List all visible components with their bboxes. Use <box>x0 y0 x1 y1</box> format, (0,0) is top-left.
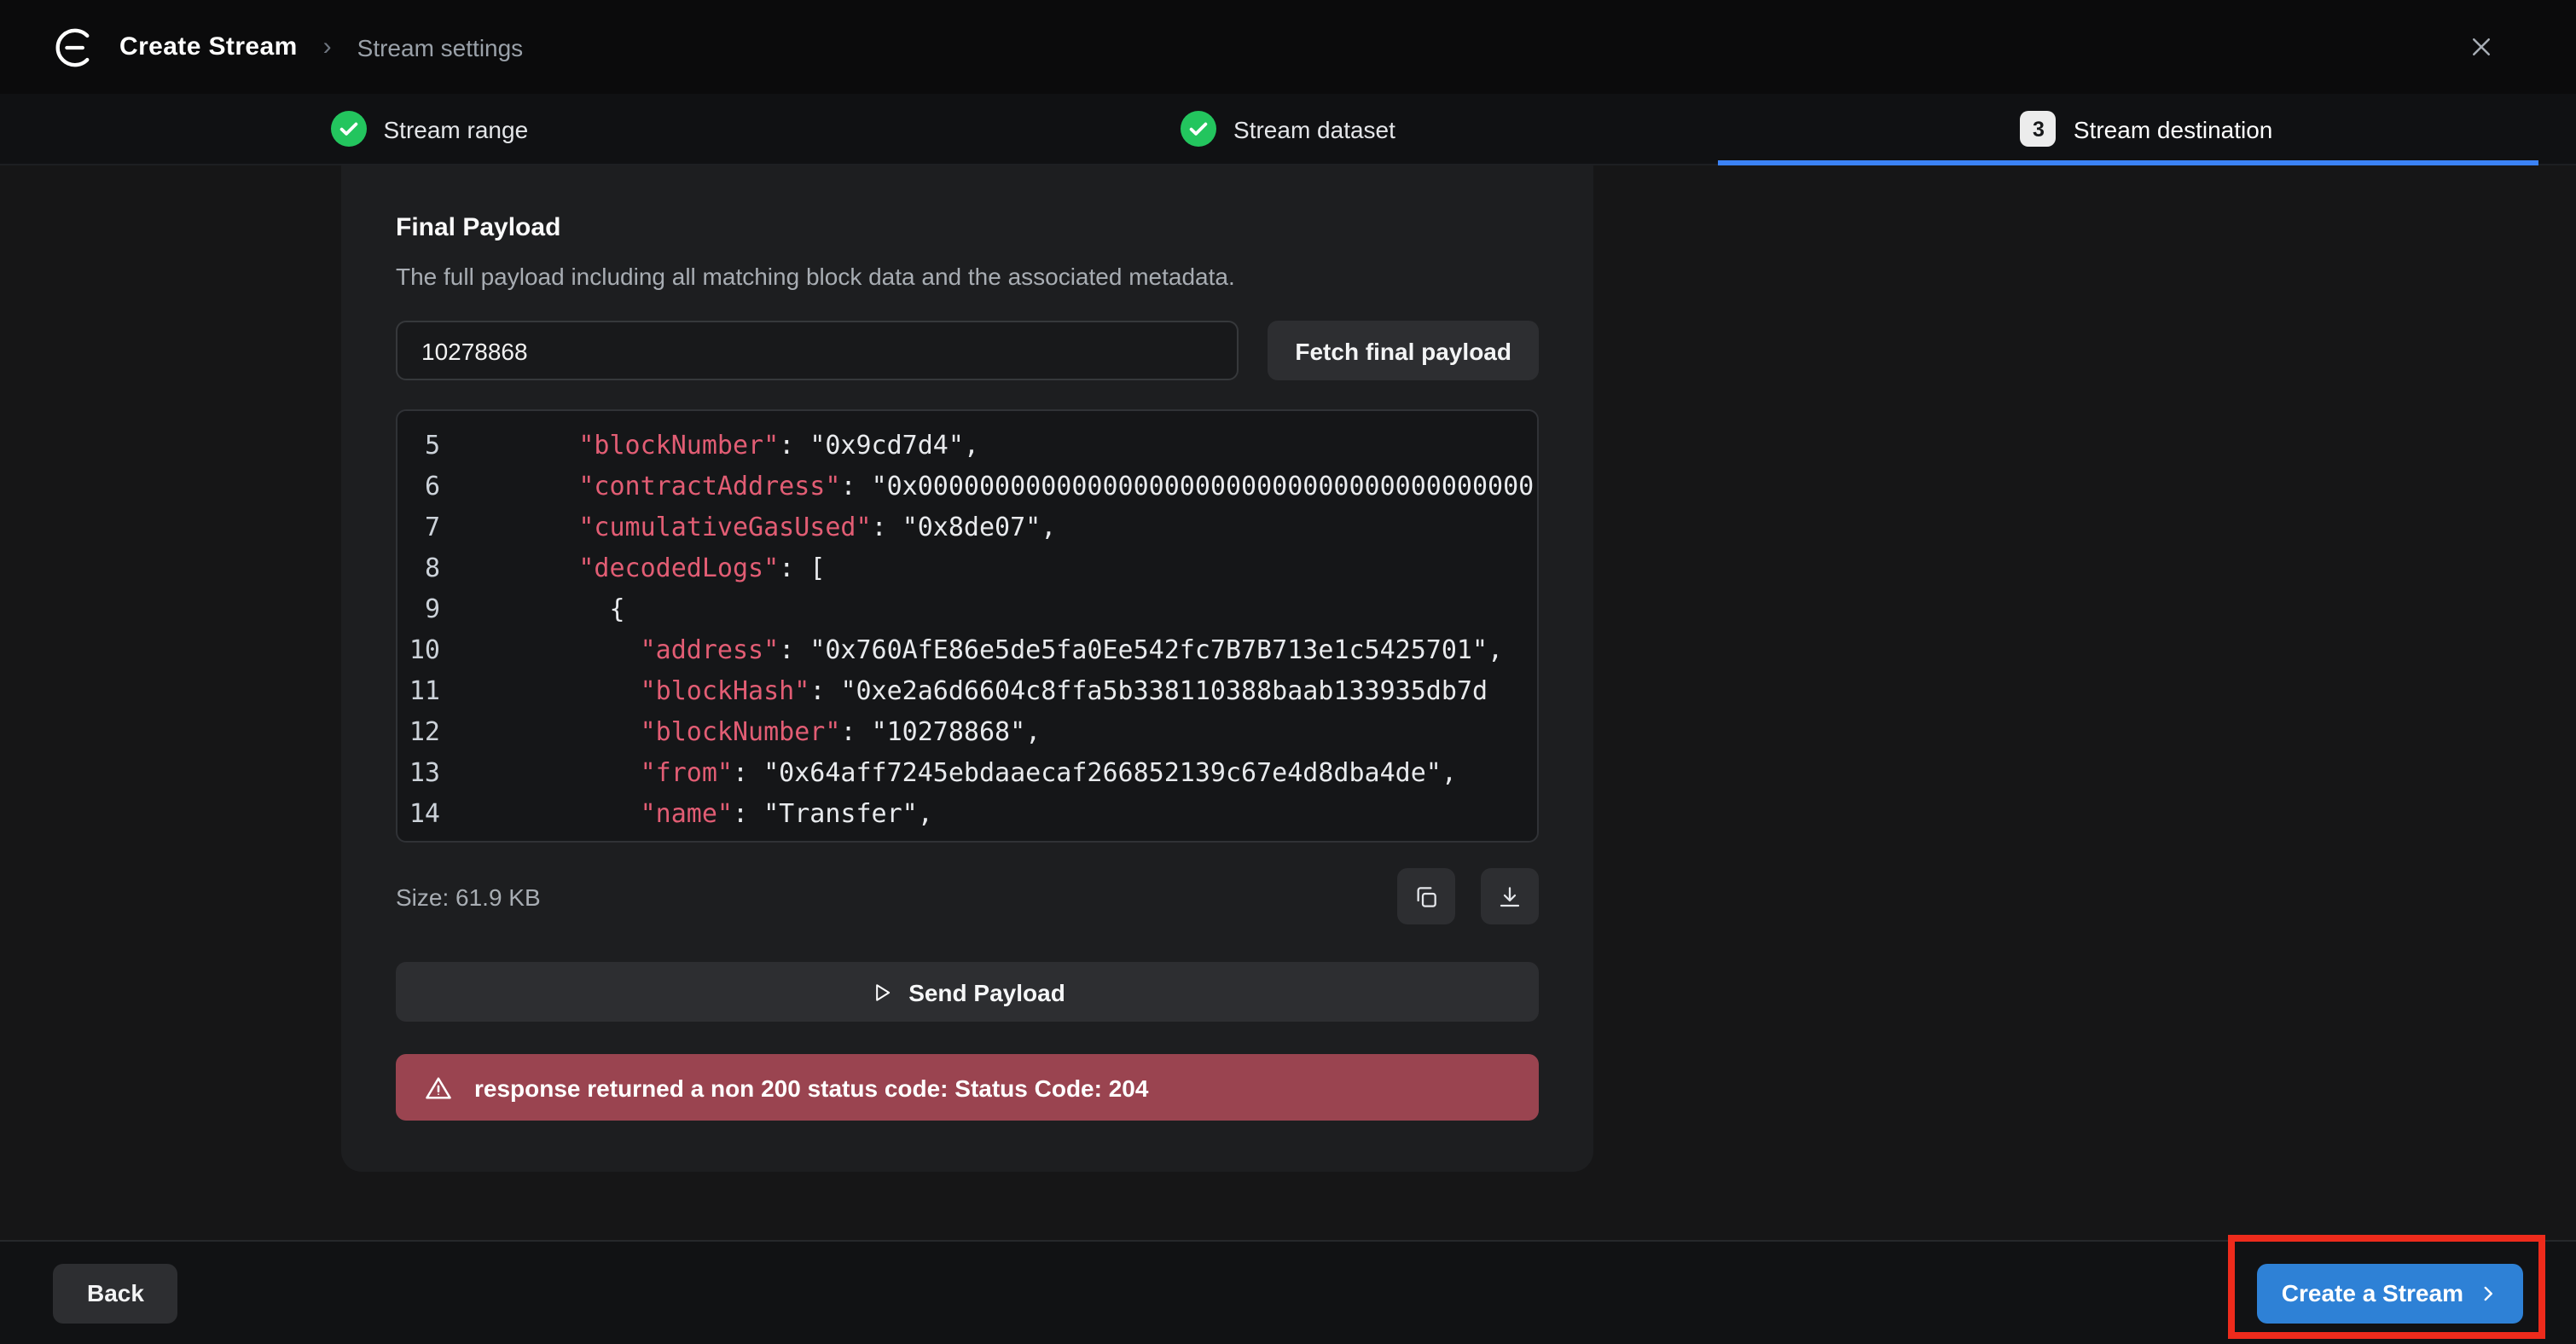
fetch-final-payload-button[interactable]: Fetch final payload <box>1268 321 1539 380</box>
close-icon <box>2469 34 2494 60</box>
play-icon <box>869 980 893 1004</box>
step-stream-destination[interactable]: 3 Stream destination <box>1717 94 2576 164</box>
line-number: 5 <box>397 425 440 466</box>
page-title: Create Stream <box>119 32 298 61</box>
line-number: 13 <box>397 752 440 793</box>
line-number: 7 <box>397 507 440 547</box>
step-stream-range[interactable]: Stream range <box>0 94 859 164</box>
block-number-input[interactable] <box>396 321 1239 380</box>
stream-logo-icon <box>51 25 96 69</box>
code-text: "cumulativeGasUsed": "0x8de07", <box>486 507 1537 547</box>
code-text: "to": "0x96a41097fc839448b2591fac297884e… <box>486 834 1537 843</box>
code-line: 14 "name": "Transfer", <box>397 793 1537 834</box>
top-bar: Create Stream › Stream settings <box>0 0 2576 94</box>
payload-size-label: Size: 61.9 KB <box>396 883 541 910</box>
copy-icon <box>1413 883 1440 910</box>
code-text: "blockNumber": "10278868", <box>486 711 1537 752</box>
error-banner: response returned a non 200 status code:… <box>396 1054 1539 1121</box>
code-text: "blockNumber": "0x9cd7d4", <box>486 425 1537 466</box>
code-text: "address": "0x760AfE86e5de5fa0Ee542fc7B7… <box>486 629 1537 670</box>
code-line: 5 "blockNumber": "0x9cd7d4", <box>397 425 1537 466</box>
step-label: Stream dataset <box>1233 115 1395 142</box>
warning-triangle-icon <box>423 1072 454 1103</box>
final-payload-panel: Final Payload The full payload including… <box>341 165 1593 1172</box>
line-number: 6 <box>397 466 440 507</box>
code-line: 15 "to": "0x96a41097fc839448b2591fac2978… <box>397 834 1537 843</box>
active-step-underline <box>1718 160 2538 165</box>
back-button[interactable]: Back <box>53 1263 178 1323</box>
copy-payload-button[interactable] <box>1397 868 1455 924</box>
code-line: 13 "from": "0x64aff7245ebdaaecaf26685213… <box>397 752 1537 793</box>
fetch-row: Fetch final payload <box>396 321 1539 380</box>
download-payload-button[interactable] <box>1481 868 1539 924</box>
check-circle-icon <box>1181 111 1216 147</box>
wizard-footer: Back Create a Stream <box>0 1240 2576 1344</box>
step-label: Stream range <box>384 115 529 142</box>
app-window: Create Stream › Stream settings Stream r… <box>0 0 2576 1344</box>
create-stream-button[interactable]: Create a Stream <box>2258 1263 2523 1323</box>
code-text: "decodedLogs": [ <box>486 547 1537 588</box>
code-line: 10 "address": "0x760AfE86e5de5fa0Ee542fc… <box>397 629 1537 670</box>
code-text: "from": "0x64aff7245ebdaaecaf266852139c6… <box>486 752 1537 793</box>
send-payload-label: Send Payload <box>908 978 1065 1005</box>
panel-description: The full payload including all matching … <box>396 263 1539 290</box>
code-line: 8 "decodedLogs": [ <box>397 547 1537 588</box>
line-number: 12 <box>397 711 440 752</box>
breadcrumb-chevron-icon: › <box>318 32 337 61</box>
code-text: { <box>486 588 1537 629</box>
line-number: 14 <box>397 793 440 834</box>
line-number: 8 <box>397 547 440 588</box>
check-circle-icon <box>331 111 367 147</box>
line-number: 15 <box>397 834 440 843</box>
code-text: "contractAddress": "0x000000000000000000… <box>486 466 1537 507</box>
code-line: 9 { <box>397 588 1537 629</box>
line-number: 11 <box>397 670 440 711</box>
create-stream-label: Create a Stream <box>2282 1279 2463 1306</box>
line-number: 10 <box>397 629 440 670</box>
code-line: 6 "contractAddress": "0x0000000000000000… <box>397 466 1537 507</box>
panel-title: Final Payload <box>396 213 1539 242</box>
step-stream-dataset[interactable]: Stream dataset <box>859 94 1718 164</box>
download-icon <box>1496 883 1523 910</box>
code-line: 7 "cumulativeGasUsed": "0x8de07", <box>397 507 1537 547</box>
step-label: Stream destination <box>2074 115 2272 142</box>
code-text: "blockHash": "0xe2a6d6604c8ffa5b33811038… <box>486 670 1537 711</box>
send-payload-button[interactable]: Send Payload <box>396 962 1539 1022</box>
chevron-right-icon <box>2477 1282 2499 1304</box>
payload-code-viewer[interactable]: 5 "blockNumber": "0x9cd7d4", 6 "contract… <box>396 409 1539 843</box>
code-line: 12 "blockNumber": "10278868", <box>397 711 1537 752</box>
code-line: 11 "blockHash": "0xe2a6d6604c8ffa5b33811… <box>397 670 1537 711</box>
error-message: response returned a non 200 status code:… <box>474 1074 1148 1101</box>
wizard-stepper: Stream range Stream dataset 3 Stream des… <box>0 94 2576 165</box>
breadcrumb: Stream settings <box>357 33 524 61</box>
line-number: 9 <box>397 588 440 629</box>
close-button[interactable] <box>2462 27 2501 67</box>
code-text: "name": "Transfer", <box>486 793 1537 834</box>
step-number-badge: 3 <box>2021 111 2057 147</box>
payload-size-row: Size: 61.9 KB <box>396 868 1539 924</box>
